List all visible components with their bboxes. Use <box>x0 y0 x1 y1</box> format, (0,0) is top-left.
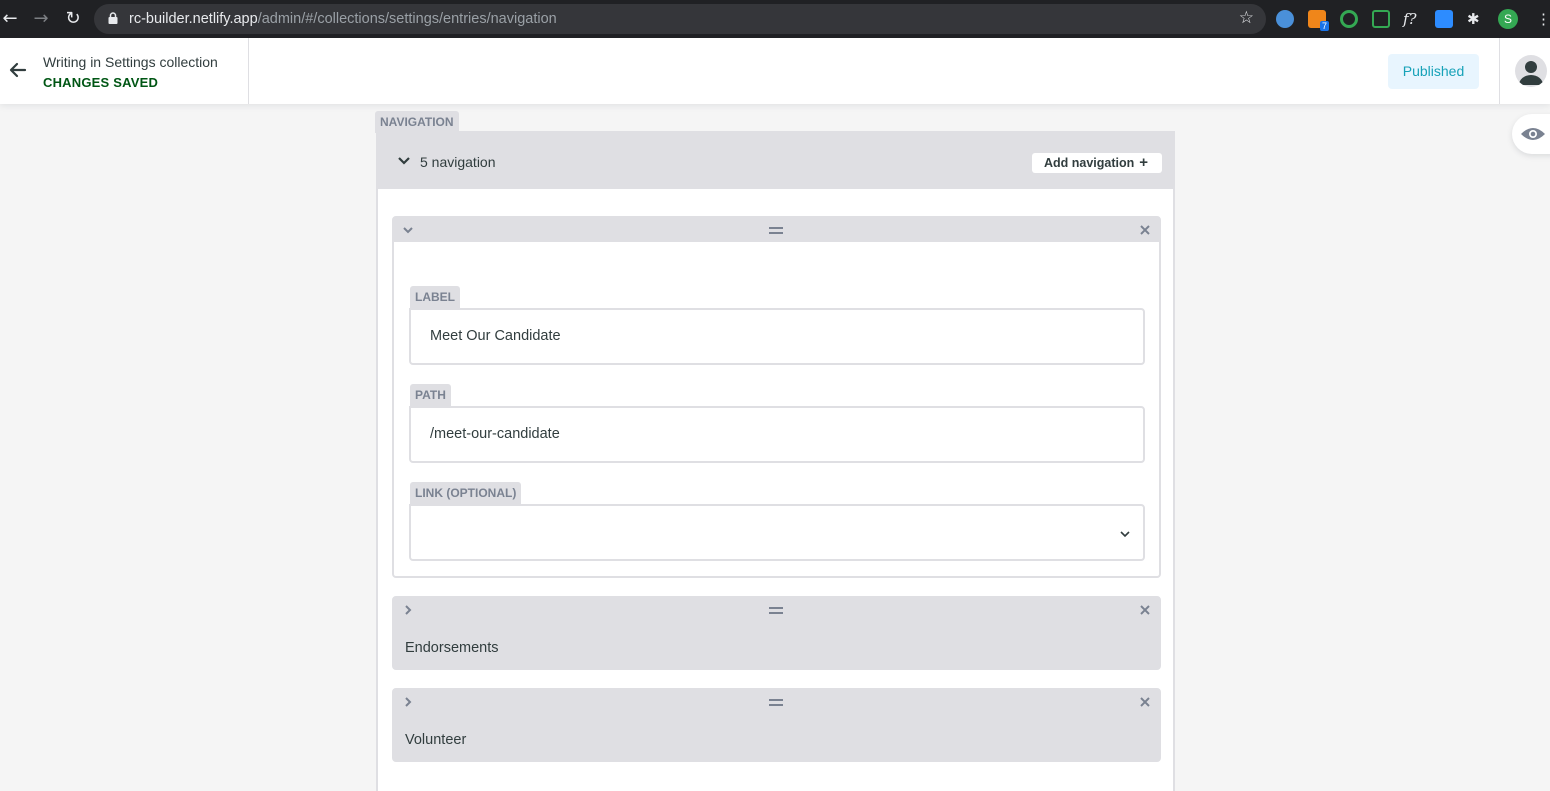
item-summary: Endorsements <box>405 640 499 656</box>
item-count: 5 navigation <box>420 154 496 170</box>
function-extension-icon[interactable]: f? <box>1403 10 1427 28</box>
chevron-right-icon[interactable] <box>402 604 414 616</box>
list-toolbar: 5 navigation Add navigation + <box>378 133 1173 189</box>
drag-handle-icon[interactable] <box>769 227 783 234</box>
close-icon[interactable] <box>1139 696 1151 708</box>
editor-header: Writing in Settings collection CHANGES S… <box>0 38 1550 104</box>
published-button[interactable]: Published <box>1388 54 1479 89</box>
navigation-list: 5 navigation Add navigation + LABEL Meet … <box>376 131 1175 791</box>
item-summary: Volunteer <box>405 732 467 748</box>
link-select[interactable] <box>409 504 1145 561</box>
save-status: CHANGES SAVED <box>43 75 159 90</box>
collection-title: Writing in Settings collection <box>43 54 218 70</box>
list-item[interactable]: Volunteer <box>392 688 1161 762</box>
back-arrow-icon[interactable] <box>8 60 28 80</box>
navigation-field-label: NAVIGATION <box>375 111 459 133</box>
close-icon[interactable] <box>1139 224 1151 236</box>
chevron-down-icon <box>1120 531 1130 538</box>
chevron-down-icon[interactable] <box>402 224 414 236</box>
eye-icon <box>1521 128 1545 140</box>
extension-icon[interactable]: 7 <box>1308 10 1329 31</box>
browser-toolbar: ← → ↻ rc-builder.netlify.app/admin/#/col… <box>0 0 1550 38</box>
extension-icon[interactable] <box>1372 10 1390 28</box>
lock-icon <box>108 12 118 24</box>
close-icon[interactable] <box>1139 604 1151 616</box>
item-top-bar <box>394 690 1159 714</box>
divider <box>248 38 249 104</box>
url-text: rc-builder.netlify.app/admin/#/collectio… <box>129 11 557 27</box>
user-avatar-icon[interactable] <box>1515 55 1547 87</box>
address-bar[interactable]: rc-builder.netlify.app/admin/#/collectio… <box>94 4 1266 34</box>
path-input[interactable]: /meet-our-candidate <box>409 406 1145 463</box>
item-top-bar <box>394 218 1159 242</box>
item-top-bar <box>394 598 1159 622</box>
drag-handle-icon[interactable] <box>769 699 783 706</box>
back-icon[interactable]: ← <box>0 9 20 29</box>
zoom-extension-icon[interactable] <box>1435 10 1453 28</box>
link-field-label: LINK (OPTIONAL) <box>410 482 522 504</box>
extension-icon[interactable] <box>1276 10 1294 28</box>
add-navigation-button[interactable]: Add navigation + <box>1032 153 1162 173</box>
label-field-label: LABEL <box>410 286 460 308</box>
label-input[interactable]: Meet Our Candidate <box>409 308 1145 365</box>
chevron-right-icon[interactable] <box>402 696 414 708</box>
forward-icon[interactable]: → <box>31 9 51 29</box>
puzzle-icon[interactable]: ✱ <box>1467 10 1485 28</box>
divider <box>1499 38 1500 104</box>
more-menu-icon[interactable]: ⋮ <box>1536 10 1550 28</box>
list-item: LABEL Meet Our Candidate PATH /meet-our-… <box>392 216 1161 578</box>
extension-icon[interactable] <box>1340 10 1358 28</box>
chevron-down-icon[interactable] <box>396 153 412 169</box>
reload-icon[interactable]: ↻ <box>63 9 83 29</box>
preview-toggle[interactable] <box>1512 114 1550 154</box>
drag-handle-icon[interactable] <box>769 607 783 614</box>
profile-avatar[interactable]: S <box>1498 9 1518 29</box>
bookmark-star-icon[interactable]: ☆ <box>1239 8 1254 28</box>
path-field-label: PATH <box>410 384 451 406</box>
list-item[interactable]: Endorsements <box>392 596 1161 670</box>
plus-icon: + <box>1139 154 1148 171</box>
